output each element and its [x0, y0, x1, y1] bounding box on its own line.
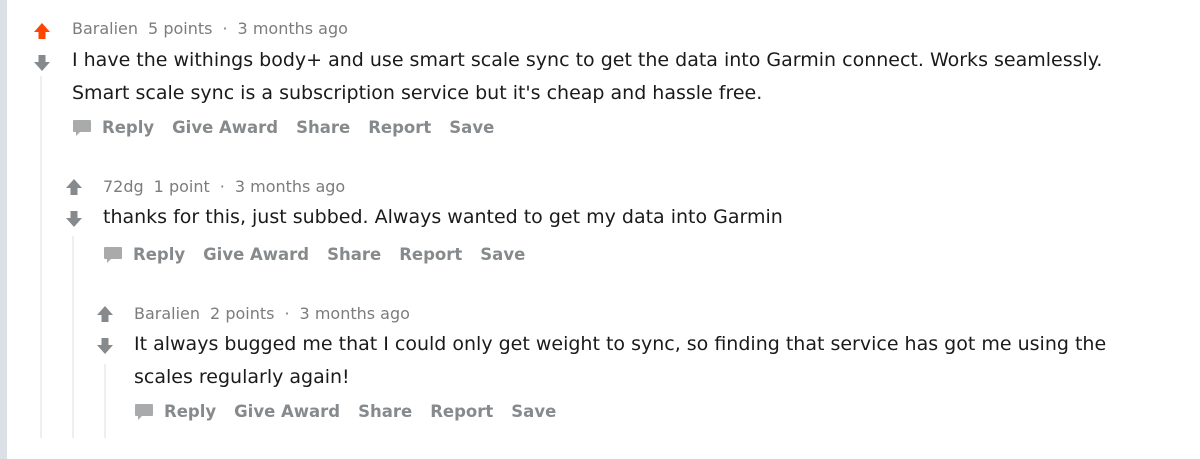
reply-button[interactable]: Reply: [134, 402, 216, 421]
author-link[interactable]: Baralien: [134, 304, 200, 323]
comment-header: Baralien 2 points · 3 months ago: [134, 303, 410, 325]
score: 2 points: [210, 304, 275, 323]
share-button[interactable]: Share: [358, 402, 412, 421]
reply-label: Reply: [164, 402, 217, 421]
comment-actions: Reply Give Award Share Report Save: [134, 402, 574, 421]
arrow-up-icon: [97, 306, 113, 322]
comment: Baralien 2 points · 3 months ago It always …: [0, 0, 1200, 440]
separator: ·: [284, 304, 290, 323]
speech-bubble-icon: [135, 403, 153, 420]
comment-body: It always bugged me that I could only ge…: [134, 328, 1106, 394]
upvote-button[interactable]: [93, 303, 117, 325]
body-line: It always bugged me that I could only ge…: [134, 333, 1107, 355]
report-button[interactable]: Report: [430, 402, 493, 421]
body-line: scales regularly again!: [134, 366, 350, 388]
downvote-button[interactable]: [93, 335, 117, 357]
save-button[interactable]: Save: [511, 402, 556, 421]
arrow-down-icon: [97, 338, 113, 354]
timestamp[interactable]: 3 months ago: [300, 304, 410, 323]
give-award-button[interactable]: Give Award: [234, 402, 340, 421]
